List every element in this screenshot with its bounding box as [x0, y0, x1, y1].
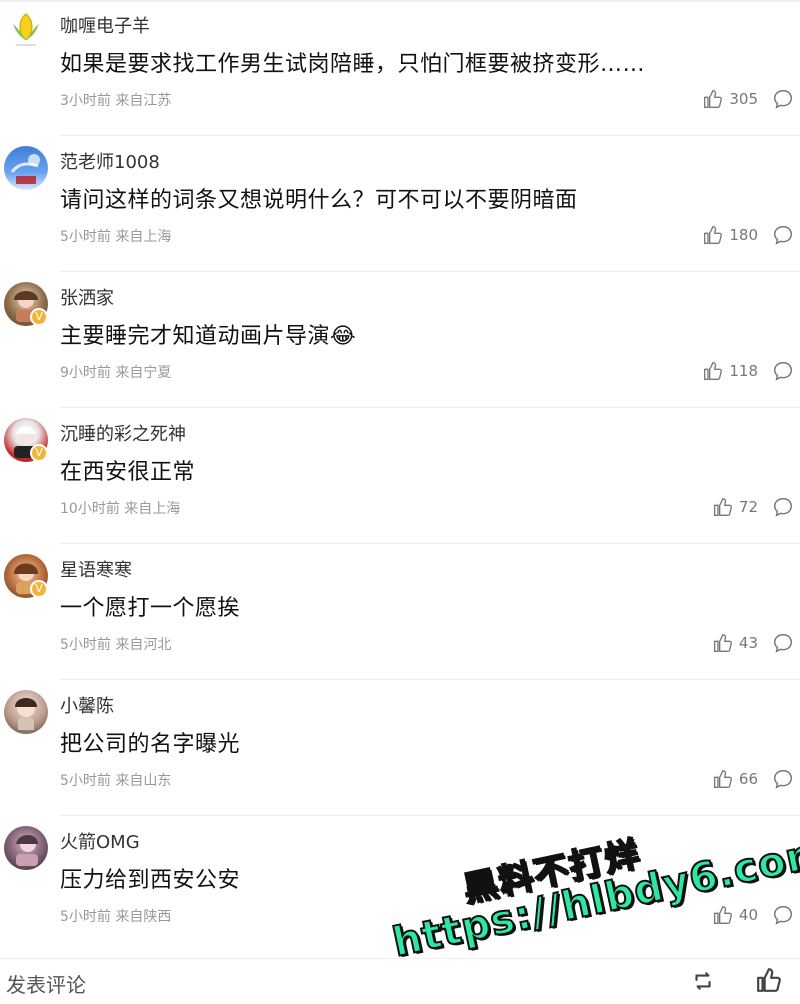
thumb-up-icon: [704, 226, 723, 244]
reply-icon[interactable]: [772, 496, 794, 518]
reply-icon[interactable]: [772, 904, 794, 926]
thumb-up-icon: [713, 770, 732, 788]
like-count: 40: [738, 906, 758, 924]
reply-icon[interactable]: [772, 632, 794, 654]
avatar[interactable]: [4, 10, 48, 54]
comment-meta: 10小时前 来自上海: [60, 501, 181, 517]
username[interactable]: 沉睡的彩之死神: [60, 420, 186, 446]
like-button[interactable]: 180: [703, 222, 758, 248]
comment-text: 一个愿打一个愿挨: [60, 596, 241, 621]
comment-composer[interactable]: 发表评论: [6, 969, 86, 998]
avatar[interactable]: [4, 826, 48, 870]
reply-icon[interactable]: [772, 224, 794, 246]
comment-item: 咖喱电子羊 如果是要求找工作男生试岗陪睡，只怕门框要被挤变形…… 3小时前 来自…: [0, 0, 800, 136]
reply-icon[interactable]: [772, 360, 794, 382]
comment-text: 请问这样的词条又想说明什么？可不可以不要阴暗面: [60, 188, 578, 213]
thumb-up-icon: [704, 90, 723, 109]
like-button[interactable]: 72: [713, 494, 758, 520]
comment-item: 小馨陈 把公司的名字曝光 5小时前 来自山东 66: [0, 680, 800, 816]
thumb-up-icon[interactable]: [756, 967, 782, 993]
thumb-up-icon: [713, 634, 732, 652]
like-button[interactable]: 66: [713, 766, 758, 792]
like-count: 180: [729, 226, 758, 244]
comment-item: V 沉睡的彩之死神 在西安很正常 10小时前 来自上海 72: [0, 408, 800, 544]
username[interactable]: 火箭OMG: [60, 828, 140, 854]
username[interactable]: 范老师1008: [60, 148, 160, 174]
like-button[interactable]: 118: [703, 358, 758, 384]
username[interactable]: 咖喱电子羊: [60, 12, 150, 38]
reply-icon[interactable]: [772, 88, 794, 110]
username[interactable]: 小馨陈: [60, 692, 114, 718]
comment-list: 咖喱电子羊 如果是要求找工作男生试岗陪睡，只怕门框要被挤变形…… 3小时前 来自…: [0, 0, 800, 948]
verified-badge: V: [30, 308, 48, 326]
comment-text: 压力给到西安公安: [60, 868, 241, 893]
like-button[interactable]: 40: [713, 902, 758, 928]
avatar[interactable]: [4, 690, 48, 734]
photo-avatar-icon: [16, 835, 38, 866]
photo-avatar-icon: [10, 154, 40, 184]
comment-text: 在西安很正常: [60, 460, 196, 485]
reply-icon[interactable]: [772, 768, 794, 790]
repost-icon[interactable]: [690, 968, 716, 994]
like-count: 72: [738, 498, 758, 516]
comment-meta: 5小时前 来自陕西: [60, 909, 172, 925]
thumb-up-icon: [713, 498, 732, 516]
like-count: 118: [729, 362, 758, 380]
comment-meta: 5小时前 来自山东: [60, 773, 172, 789]
thumb-up-icon: [704, 362, 723, 380]
comment-text: 主要睡完才知道动画片导演😂: [60, 324, 357, 349]
like-button[interactable]: 305: [703, 86, 758, 112]
avatar[interactable]: [4, 146, 48, 190]
photo-avatar-icon: [15, 698, 37, 730]
like-button[interactable]: 43: [713, 630, 758, 656]
comment-meta: 5小时前 来自河北: [60, 637, 172, 653]
like-count: 305: [729, 90, 758, 108]
comment-meta: 5小时前 来自上海: [60, 229, 172, 245]
comment-text: 把公司的名字曝光: [60, 732, 241, 757]
verified-badge: V: [30, 444, 48, 462]
corn-icon: [13, 13, 39, 46]
comment-meta: 3小时前 来自江苏: [60, 93, 172, 109]
username[interactable]: 张洒家: [60, 284, 114, 310]
username[interactable]: 星语寒寒: [60, 556, 132, 582]
comment-item: 范老师1008 请问这样的词条又想说明什么？可不可以不要阴暗面 5小时前 来自上…: [0, 136, 800, 272]
comment-item: V 星语寒寒 一个愿打一个愿挨 5小时前 来自河北 43: [0, 544, 800, 680]
bottom-action-bar: 发表评论: [0, 958, 800, 1004]
comment-item: 火箭OMG 压力给到西安公安 5小时前 来自陕西 40: [0, 816, 800, 952]
verified-badge: V: [30, 580, 48, 598]
like-count: 66: [738, 770, 758, 788]
comment-item: V 张洒家 主要睡完才知道动画片导演😂 9小时前 来自宁夏 118: [0, 272, 800, 408]
comment-meta: 9小时前 来自宁夏: [60, 365, 172, 381]
thumb-up-icon: [713, 906, 732, 924]
like-count: 43: [738, 634, 758, 652]
comment-text: 如果是要求找工作男生试岗陪睡，只怕门框要被挤变形……: [60, 52, 646, 77]
